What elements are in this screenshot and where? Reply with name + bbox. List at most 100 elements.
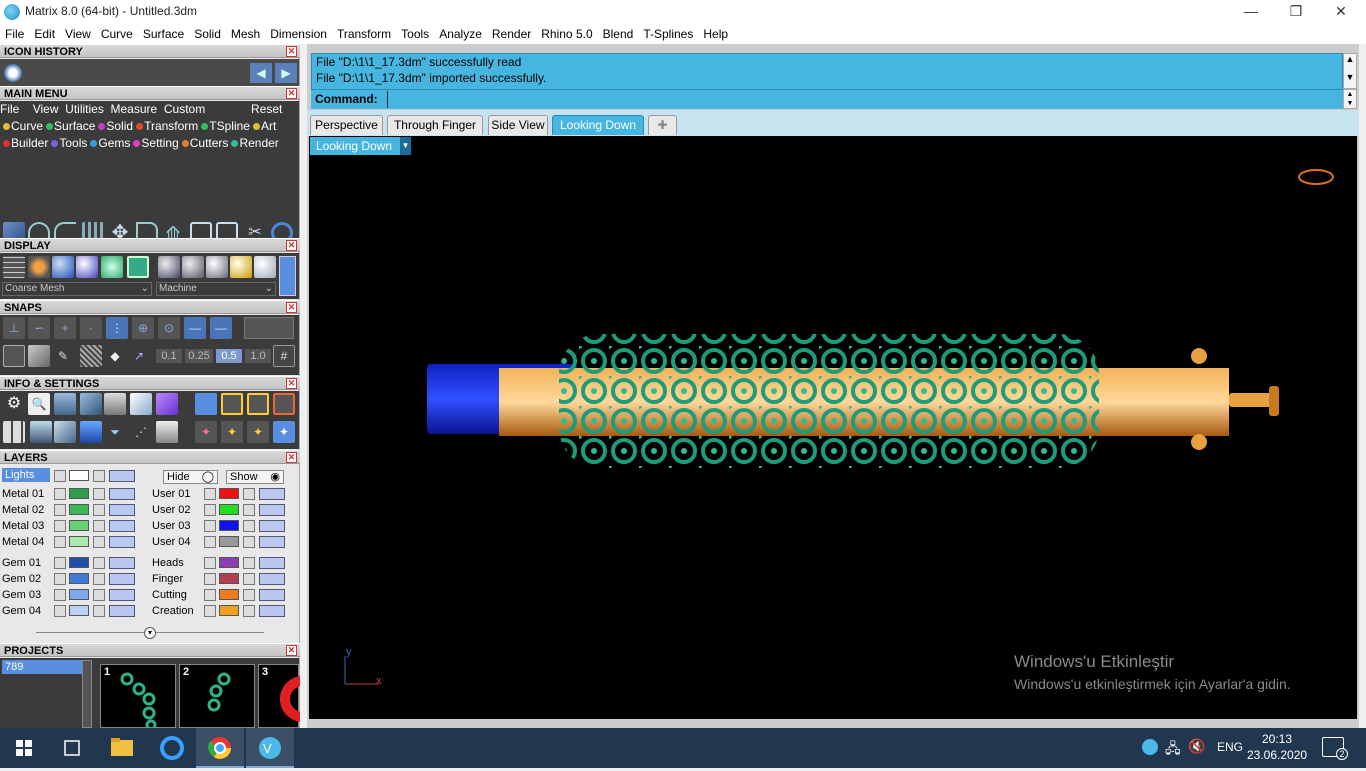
material-select[interactable]: Machine ⌄ xyxy=(156,282,276,296)
expand-icon[interactable] xyxy=(54,470,66,482)
expand-icon[interactable] xyxy=(204,605,216,617)
chrome-button[interactable] xyxy=(196,728,244,768)
layer-row[interactable]: Gem 02 xyxy=(2,571,147,587)
layer-color-swatch[interactable] xyxy=(69,557,89,568)
visible-toggle[interactable] xyxy=(259,557,285,569)
edge-button[interactable] xyxy=(148,728,196,768)
snap-perp-icon[interactable]: ⊙ xyxy=(158,317,180,339)
menu-tools[interactable]: Tools xyxy=(396,24,434,44)
tab-looking-down[interactable]: Looking Down xyxy=(552,115,644,135)
expand-icon[interactable] xyxy=(54,520,66,532)
project-thumbnail-1[interactable]: 1 xyxy=(100,664,176,731)
layer-row[interactable]: Metal 04 xyxy=(2,534,147,550)
metal-sphere-2-icon[interactable] xyxy=(182,256,204,278)
visible-toggle[interactable] xyxy=(109,573,135,585)
environment-icon[interactable] xyxy=(101,256,123,278)
visible-toggle[interactable] xyxy=(109,536,135,548)
visible-toggle[interactable] xyxy=(109,520,135,532)
snap-cen-icon[interactable]: ⋮ xyxy=(106,317,128,339)
lights-color-swatch[interactable] xyxy=(69,470,89,481)
metal-sphere-1-icon[interactable] xyxy=(158,256,180,278)
close-icon[interactable]: ✕ xyxy=(286,378,297,389)
matrix-button[interactable]: V xyxy=(246,728,294,768)
edit-icon[interactable] xyxy=(130,393,152,415)
expand-icon[interactable] xyxy=(54,605,66,617)
add-tab-icon[interactable]: ✚ xyxy=(648,115,677,135)
snap-value-4[interactable]: 1.0 xyxy=(245,349,271,363)
expand-icon[interactable] xyxy=(54,589,66,601)
lock-icon[interactable] xyxy=(93,573,105,585)
rendered-icon[interactable] xyxy=(76,256,98,278)
grid-display-icon[interactable] xyxy=(127,256,149,278)
frame-1-icon[interactable] xyxy=(221,393,243,415)
lock-icon[interactable] xyxy=(243,488,255,500)
cube-wire-icon[interactable] xyxy=(54,421,76,443)
cube-icon[interactable] xyxy=(28,345,50,367)
project-thumbnail-2[interactable]: 2 xyxy=(179,664,255,728)
layer-row[interactable]: Metal 03 xyxy=(2,518,147,534)
visible-toggle[interactable] xyxy=(109,557,135,569)
projects-scrollbar[interactable] xyxy=(82,660,92,728)
layer-row[interactable]: User 02 xyxy=(152,502,297,518)
display-toggle[interactable] xyxy=(279,256,296,296)
gem-cube-icon[interactable] xyxy=(156,393,178,415)
menu-mesh[interactable]: Mesh xyxy=(226,24,265,44)
grid-snap-icon[interactable] xyxy=(3,345,25,367)
lock-icon[interactable] xyxy=(93,589,105,601)
lock-icon[interactable] xyxy=(93,557,105,569)
language-indicator[interactable]: ENG xyxy=(1217,740,1243,754)
visible-toggle[interactable] xyxy=(109,589,135,601)
close-icon[interactable]: ✕ xyxy=(286,46,297,57)
mm-reset[interactable]: Reset xyxy=(251,101,282,118)
layer-color-swatch[interactable] xyxy=(69,589,89,600)
menu-dimension[interactable]: Dimension xyxy=(265,24,332,44)
tab-through-finger[interactable]: Through Finger xyxy=(387,115,483,135)
layer-row[interactable]: User 04 xyxy=(152,534,297,550)
report-icon[interactable] xyxy=(156,421,178,443)
ghosted-icon[interactable] xyxy=(28,256,50,278)
clock-date[interactable]: 23.06.2020 xyxy=(1247,748,1307,762)
mm-art[interactable]: Art xyxy=(261,119,276,133)
expand-icon[interactable] xyxy=(54,488,66,500)
mm-builder[interactable]: Builder xyxy=(11,136,48,150)
list-icon[interactable] xyxy=(104,393,126,415)
visible-toggle[interactable] xyxy=(109,605,135,617)
menu-edit[interactable]: Edit xyxy=(29,24,60,44)
mm-tools[interactable]: Tools xyxy=(59,136,87,150)
mm-gems[interactable]: Gems xyxy=(98,136,130,150)
lock-icon[interactable] xyxy=(243,557,255,569)
visible-toggle[interactable] xyxy=(259,520,285,532)
close-icon[interactable]: ✕ xyxy=(286,645,297,656)
gumball-widget-icon[interactable] xyxy=(1298,169,1334,185)
layer-color-swatch[interactable] xyxy=(219,573,239,584)
history-back-icon[interactable]: ◀ xyxy=(250,63,272,83)
mm-measure[interactable]: Measure xyxy=(111,102,158,116)
snap-value-1[interactable]: 0.1 xyxy=(156,349,182,363)
layer-row[interactable]: Gem 03 xyxy=(2,587,147,603)
command-scrollbar[interactable]: ▲ ▼ xyxy=(1343,53,1357,89)
visible-toggle[interactable] xyxy=(259,536,285,548)
frame-3-icon[interactable] xyxy=(273,393,295,415)
mm-view[interactable]: View xyxy=(33,102,59,116)
mm-tspline[interactable]: TSpline xyxy=(209,119,250,133)
scroll-up-icon[interactable]: ▲ xyxy=(1344,54,1356,64)
3d-viewport[interactable]: x y xyxy=(309,136,1357,719)
select-icon[interactable]: ⋰ xyxy=(130,421,152,443)
layer-row[interactable]: User 01 xyxy=(152,486,297,502)
volume-muted-icon[interactable]: 🔇 xyxy=(1188,738,1205,755)
grid-lock-icon[interactable]: # xyxy=(273,345,295,367)
layer-color-swatch[interactable] xyxy=(69,605,89,616)
menu-view[interactable]: View xyxy=(60,24,96,44)
snap-project-toggle[interactable] xyxy=(244,317,294,339)
lock-icon[interactable] xyxy=(243,605,255,617)
lock-icon[interactable] xyxy=(243,504,255,516)
network-icon[interactable]: 🖧 xyxy=(1165,738,1181,762)
expand-icon[interactable] xyxy=(204,504,216,516)
lock-icon[interactable] xyxy=(93,536,105,548)
expand-icon[interactable] xyxy=(204,520,216,532)
expand-icon[interactable] xyxy=(204,488,216,500)
diamond-icon[interactable]: ◆ xyxy=(104,345,126,367)
snap-quad-icon[interactable]: — xyxy=(210,317,232,339)
expand-icon[interactable] xyxy=(54,536,66,548)
hatch-icon[interactable] xyxy=(80,345,102,367)
